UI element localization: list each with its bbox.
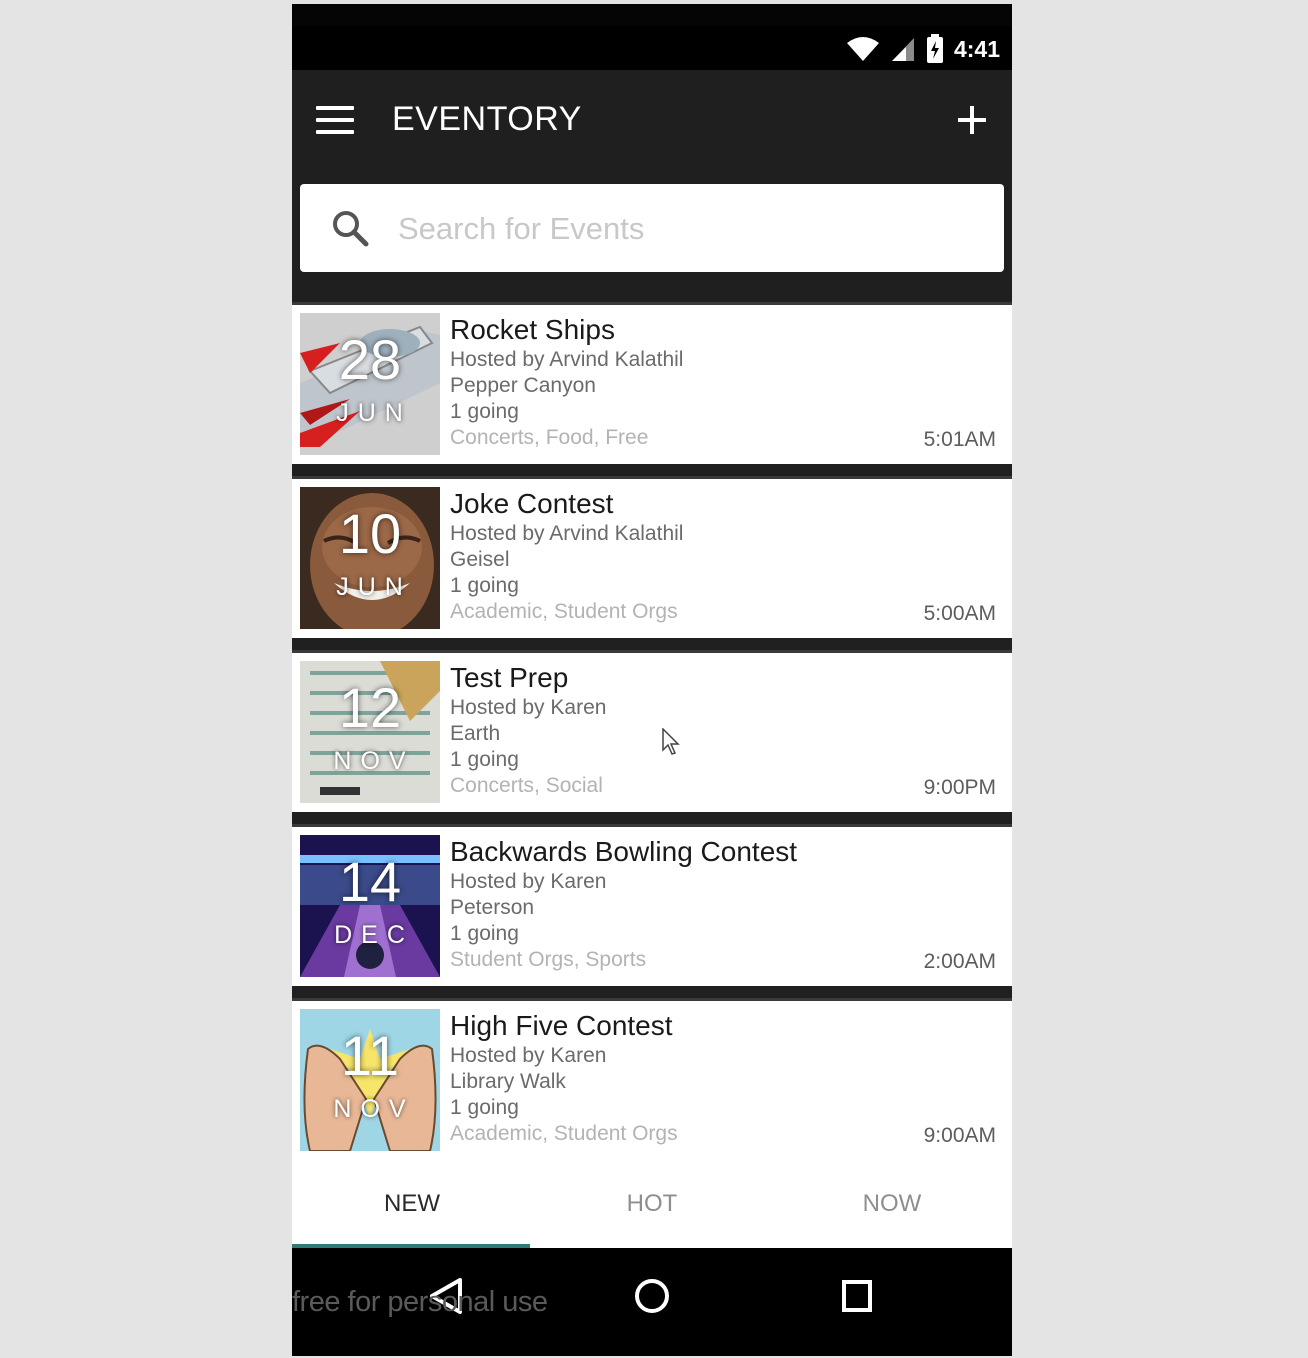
event-location: Peterson [450,896,535,919]
home-button[interactable] [617,1268,687,1324]
search-input[interactable] [396,204,990,254]
event-time: 2:00AM [923,950,996,973]
event-month: JUN [336,399,412,427]
event-info: Backwards Bowling Contest Hosted by Kare… [450,835,990,973]
app-title: EVENTORY [392,100,582,138]
event-title: Test Prep [450,662,569,693]
recents-icon [842,1280,872,1312]
event-host: Hosted by Karen [450,870,607,893]
event-tags: Student Orgs, Sports [450,948,647,971]
watermark-text: free for personal use [292,1286,548,1318]
event-day: 14 [338,850,402,913]
event-location: Library Walk [450,1070,566,1093]
event-card[interactable]: 14 DEC Backwards Bowling Contest Hosted … [292,824,1012,986]
event-thumbnail: 12 NOV [300,661,440,803]
event-tags: Academic, Student Orgs [450,1122,678,1145]
tab-hot[interactable]: HOT [532,1160,772,1248]
status-icons: 4:41 [846,32,1000,66]
event-host: Hosted by Arvind Kalathil [450,522,684,545]
event-title: Joke Contest [450,488,614,519]
event-location: Pepper Canyon [450,374,596,397]
menu-icon [316,106,354,134]
event-title: Rocket Ships [450,314,615,345]
search-box[interactable] [300,184,1004,272]
event-thumbnail: 11 NOV [300,1009,440,1151]
event-going-count: 1 going [450,922,519,945]
add-icon [958,106,986,134]
event-host: Hosted by Karen [450,1044,607,1067]
event-tags: Academic, Student Orgs [450,600,678,623]
event-tags: Concerts, Social [450,774,603,797]
event-host: Hosted by Arvind Kalathil [450,348,684,371]
event-day: 11 [340,1024,400,1087]
event-card[interactable]: 11 NOV High Five Contest Hosted by Karen… [292,998,1012,1160]
event-location: Geisel [450,548,510,571]
status-clock: 4:41 [953,35,1000,62]
event-info: Joke Contest Hosted by Arvind Kalathil G… [450,487,990,625]
event-info: Test Prep Hosted by Karen Earth 1 going … [450,661,990,799]
tab-new[interactable]: NEW [292,1160,532,1248]
event-day: 28 [338,328,402,391]
event-month: DEC [334,921,414,949]
event-info: High Five Contest Hosted by Karen Librar… [450,1009,990,1147]
event-title: Backwards Bowling Contest [450,836,798,867]
event-month: NOV [333,747,415,775]
event-card[interactable]: 28 JUN Rocket Ships Hosted by Arvind Kal… [292,302,1012,464]
phone-screen: 4:41 EVENTORY Search for Events 28 JUN R… [292,4,1012,1356]
status-bar-top-strip [292,4,1012,26]
search-icon [333,211,369,247]
event-month: JUN [336,573,412,601]
recents-button[interactable] [822,1268,892,1324]
event-going-count: 1 going [450,574,519,597]
event-month: NOV [333,1095,415,1123]
event-title: High Five Contest [450,1010,673,1041]
home-icon [635,1279,669,1313]
bottom-tabs: NEW HOT NOW [292,1160,1012,1248]
wifi-icon [846,37,879,61]
mouse-cursor-icon [662,728,680,755]
event-tags: Concerts, Food, Free [450,426,649,449]
signal-icon [891,38,914,61]
event-card[interactable]: 12 NOV Test Prep Hosted by Karen Earth 1… [292,650,1012,812]
event-thumbnail: 28 JUN [300,313,440,455]
event-day: 12 [338,676,402,739]
tab-now[interactable]: NOW [772,1160,1012,1248]
event-time: 5:01AM [923,428,996,451]
event-time: 9:00AM [923,1124,996,1147]
event-info: Rocket Ships Hosted by Arvind Kalathil P… [450,313,990,451]
event-location: Earth [450,722,501,745]
event-thumbnail: 14 DEC [300,835,440,977]
event-time: 5:00AM [923,602,996,625]
event-thumbnail: 10 JUN [300,487,440,629]
search-bar-container [292,178,1012,300]
add-event-button[interactable] [952,100,992,140]
event-time: 9:00PM [923,776,996,799]
event-card[interactable]: 10 JUN Joke Contest Hosted by Arvind Kal… [292,476,1012,638]
battery-icon [926,34,943,63]
app-bar: EVENTORY [292,70,1012,178]
event-host: Hosted by Karen [450,696,607,719]
event-going-count: 1 going [450,1096,519,1119]
status-bar: 4:41 [292,4,1012,70]
event-going-count: 1 going [450,400,519,423]
menu-button[interactable] [316,106,354,140]
event-going-count: 1 going [450,748,519,771]
event-day: 10 [338,502,402,565]
